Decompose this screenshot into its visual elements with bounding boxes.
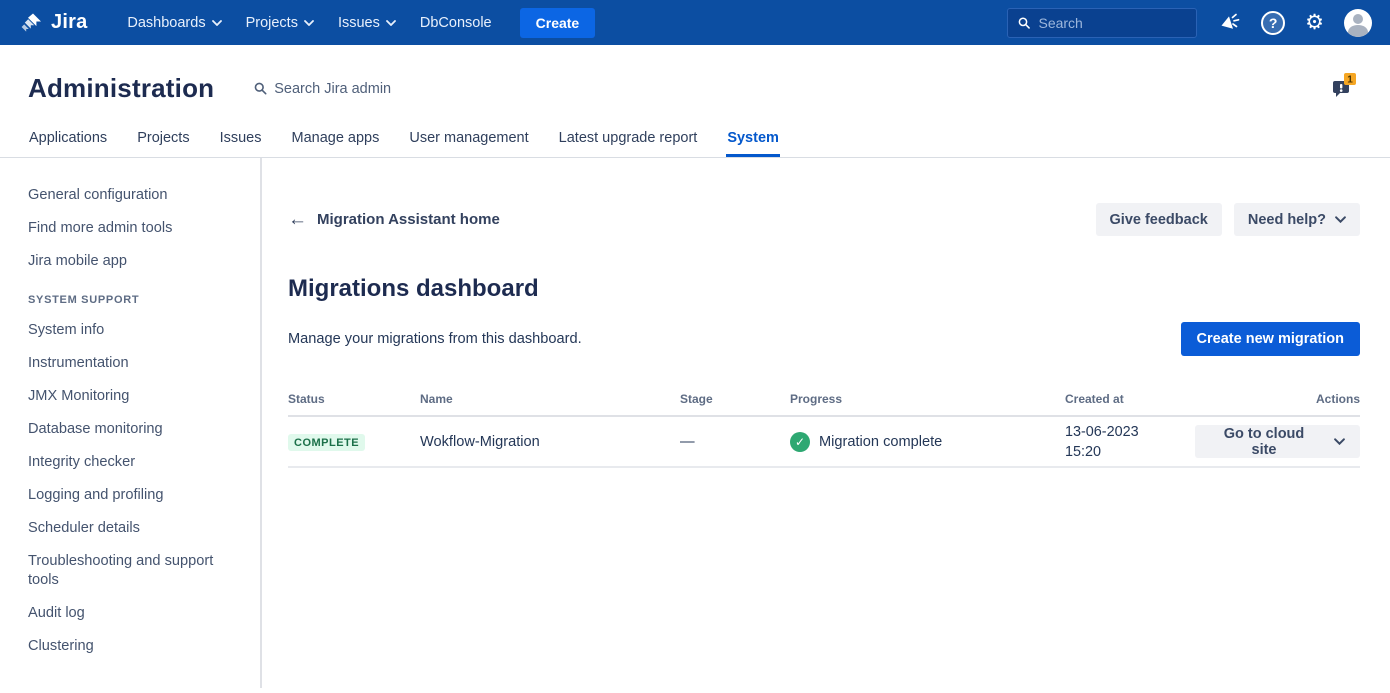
create-new-migration-button[interactable]: Create new migration [1181, 322, 1360, 356]
search-icon [1018, 16, 1030, 30]
gear-icon[interactable]: ⚙ [1305, 12, 1324, 33]
status-badge: COMPLETE [288, 434, 365, 451]
jira-mark-icon [20, 11, 44, 35]
sidebar-item-audit-log[interactable]: Audit log [28, 604, 242, 623]
column-header-created-at: Created at [1065, 392, 1195, 406]
sidebar-item-instrumentation[interactable]: Instrumentation [28, 354, 242, 373]
chevron-down-icon [212, 20, 222, 26]
migrations-table: Status Name Stage Progress Created at Ac… [288, 392, 1360, 468]
tab-projects[interactable]: Projects [136, 124, 190, 157]
tab-applications[interactable]: Applications [28, 124, 108, 157]
chevron-down-icon [1334, 438, 1345, 445]
nav-item-projects[interactable]: Projects [246, 15, 314, 31]
sidebar-item-scheduler-details[interactable]: Scheduler details [28, 519, 242, 538]
table-row: COMPLETE Wokflow-Migration — ✓ Migration… [288, 417, 1360, 468]
chevron-down-icon [304, 20, 314, 26]
column-header-name: Name [420, 392, 680, 406]
speech-bubble-icon: 1 [1328, 69, 1360, 103]
admin-header: Administration Search Jira admin 1 [0, 45, 1390, 118]
go-to-cloud-site-button[interactable]: Go to cloud site [1195, 425, 1360, 458]
nav-item-issues[interactable]: Issues [338, 15, 396, 31]
tab-manage-apps[interactable]: Manage apps [291, 124, 381, 157]
tab-issues[interactable]: Issues [219, 124, 263, 157]
column-header-status: Status [288, 392, 420, 406]
need-help-button[interactable]: Need help? [1234, 203, 1360, 236]
chevron-down-icon [1335, 216, 1346, 223]
notifications-icon[interactable]: 1 [1328, 69, 1360, 108]
user-avatar[interactable] [1344, 9, 1372, 37]
global-search-input[interactable] [1038, 15, 1186, 31]
sidebar-section-system-support: SYSTEM SUPPORT [28, 294, 242, 306]
progress-text: Migration complete [819, 434, 942, 450]
announcements-megaphone-icon[interactable] [1217, 11, 1241, 35]
tab-user-management[interactable]: User management [408, 124, 529, 157]
created-time: 15:20 [1065, 442, 1195, 462]
created-date: 13-06-2023 [1065, 422, 1195, 442]
tab-system[interactable]: System [726, 124, 780, 157]
sidebar-item-jmx-monitoring[interactable]: JMX Monitoring [28, 387, 242, 406]
sidebar-item-integrity-checker[interactable]: Integrity checker [28, 453, 242, 472]
created-at-cell: 13-06-2023 15:20 [1065, 422, 1195, 462]
tab-latest-upgrade-report[interactable]: Latest upgrade report [558, 124, 699, 157]
migration-stage: — [680, 434, 790, 450]
sidebar-item-system-info[interactable]: System info [28, 321, 242, 340]
nav-item-dashboards[interactable]: Dashboards [127, 15, 221, 31]
back-to-migration-assistant-home-link[interactable]: ← Migration Assistant home [288, 209, 500, 231]
sidebar-item-general-configuration[interactable]: General configuration [28, 186, 242, 205]
jira-logo[interactable]: Jira [20, 11, 87, 35]
sidebar-item-jira-mobile-app[interactable]: Jira mobile app [28, 252, 242, 271]
column-header-progress: Progress [790, 392, 1065, 406]
avatar-body [1348, 25, 1368, 37]
search-icon [254, 82, 267, 95]
admin-tabs: Applications Projects Issues Manage apps… [0, 118, 1390, 158]
jira-logo-text: Jira [51, 11, 87, 34]
sidebar-item-database-monitoring[interactable]: Database monitoring [28, 420, 242, 439]
back-arrow-icon: ← [288, 209, 307, 231]
migrations-dashboard-title: Migrations dashboard [288, 275, 1360, 303]
system-sidebar: General configuration Find more admin to… [0, 158, 262, 688]
nav-item-dbconsole[interactable]: DbConsole [420, 15, 492, 31]
dashboard-subtitle: Manage your migrations from this dashboa… [288, 331, 582, 347]
success-check-icon: ✓ [790, 432, 810, 452]
sidebar-item-troubleshooting[interactable]: Troubleshooting and support tools [28, 552, 242, 590]
sidebar-item-find-more-admin-tools[interactable]: Find more admin tools [28, 219, 242, 238]
help-icon[interactable]: ? [1261, 11, 1285, 35]
migration-name: Wokflow-Migration [420, 434, 680, 450]
give-feedback-button[interactable]: Give feedback [1096, 203, 1222, 236]
top-navigation-bar: Jira Dashboards Projects Issues DbConsol… [0, 0, 1390, 45]
search-jira-admin[interactable]: Search Jira admin [254, 81, 391, 97]
migrations-dashboard-panel: ← Migration Assistant home Give feedback… [262, 158, 1390, 688]
global-search[interactable] [1007, 8, 1197, 38]
table-header-row: Status Name Stage Progress Created at Ac… [288, 392, 1360, 417]
column-header-stage: Stage [680, 392, 790, 406]
sidebar-item-clustering[interactable]: Clustering [28, 637, 242, 656]
page-title-administration: Administration [28, 73, 214, 104]
sidebar-item-logging-and-profiling[interactable]: Logging and profiling [28, 486, 242, 505]
avatar-head [1353, 14, 1363, 24]
notification-count-badge: 1 [1347, 74, 1353, 85]
create-button[interactable]: Create [520, 8, 596, 38]
column-header-actions: Actions [1195, 392, 1360, 406]
chevron-down-icon [386, 20, 396, 26]
